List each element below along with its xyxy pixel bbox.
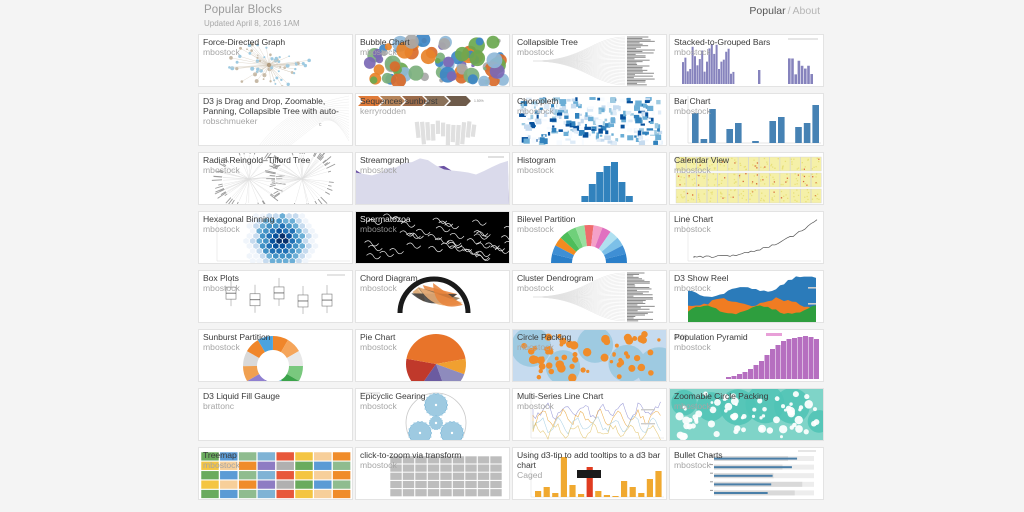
block-thumbnail-sequences-sunburst: 1.50% [356,94,509,145]
block-thumbnail-choropleth [513,94,666,145]
block-card[interactable]: Pie Chart mbostock [355,329,510,382]
block-card[interactable]: Choropleth mbostock [512,93,667,146]
block-thumbnail-zoomable-circle-packing [670,389,823,440]
block-thumbnail-bar-chart [670,94,823,145]
block-thumbnail-bilevel-partition [513,212,666,263]
svg-text:1.50%: 1.50% [474,99,484,103]
block-thumbnail-d3-tip-bar-chart [513,448,666,499]
block-card[interactable]: Sunburst Partition mbostock [198,329,353,382]
block-thumbnail-cluster-dendrogram [513,271,666,322]
block-card[interactable]: Circle Packing mbostock [512,329,667,382]
block-card[interactable]: Radial Reingold–Tilford Tree mbostock [198,152,353,205]
updated-timestamp: Updated April 8, 2016 1AM [204,19,300,28]
block-card[interactable]: Using d3-tip to add tooltips to a d3 bar… [512,447,667,500]
page-title: Popular Blocks [204,4,283,16]
block-card[interactable]: c D3 js Drag and Drop, Zoomable, Panning,… [198,93,353,146]
block-card[interactable]: Collapsible Tree mbostock [512,34,667,87]
brand: Popular Blocks Updated April 8, 2016 1AM [204,4,300,29]
block-thumbnail-force-directed-graph [199,35,352,86]
block-thumbnail-box-plots [199,271,352,322]
block-card[interactable]: Stacked-to-Grouped Bars mbostock [669,34,824,87]
block-card[interactable]: Spermatozoa mbostock [355,211,510,264]
block-card[interactable]: 1.50% Sequences sunburst kerryrodden [355,93,510,146]
block-card[interactable]: click-to-zoom via transform mbostock [355,447,510,500]
block-card[interactable]: Histogram mbostock [512,152,667,205]
block-card[interactable]: Bubble Chart mbostock [355,34,510,87]
block-card[interactable]: 2000 Population Pyramid mbostock [669,329,824,382]
block-thumbnail-sunburst-partition [199,330,352,381]
block-card[interactable]: Zoomable Circle Packing mbostock [669,388,824,441]
block-card[interactable]: Chord Diagram mbostock [355,270,510,323]
block-card[interactable]: Treemap mbostock [198,447,353,500]
block-card[interactable]: Line Chart mbostock [669,211,824,264]
block-card[interactable]: Force-Directed Graph mbostock [198,34,353,87]
block-thumbnail-collapsible-tree [513,35,666,86]
block-thumbnail-hexagonal-binning [199,212,352,263]
block-thumbnail-bullet-charts [670,448,823,499]
block-card[interactable]: Multi-Series Line Chart mbostock [512,388,667,441]
block-card[interactable]: D3 Liquid Fill Gauge brattonc [198,388,353,441]
block-thumbnail-chord-diagram [356,271,509,322]
block-thumbnail-stacked-to-grouped-bars [670,35,823,86]
block-thumbnail-histogram [513,153,666,204]
nav-separator: / [787,5,791,17]
block-thumbnail-spermatozoa [356,212,509,263]
nav-link-popular[interactable]: Popular [749,5,785,17]
block-card[interactable]: D3 Show Reel mbostock [669,270,824,323]
block-thumbnail-bubble-chart [356,35,509,86]
block-thumbnail-pie-chart [356,330,509,381]
top-nav: Popular / About [749,5,820,18]
block-thumbnail-multi-series-line-chart [513,389,666,440]
block-card[interactable]: Hexagonal Binning mbostock [198,211,353,264]
page-header: Popular Blocks Updated April 8, 2016 1AM… [0,0,1024,30]
popular-blocks-page: Popular Blocks Updated April 8, 2016 1AM… [0,0,1024,512]
nav-link-about[interactable]: About [793,5,820,17]
block-card[interactable]: Cluster Dendrogram mbostock [512,270,667,323]
block-card[interactable]: Box Plots mbostock [198,270,353,323]
block-thumbnail-epicyclic-gearing [356,389,509,440]
block-thumbnail-line-chart [670,212,823,263]
block-thumbnail-click-to-zoom [356,448,509,499]
block-card[interactable]: Epicyclic Gearing mbostock [355,388,510,441]
block-thumbnail-collapsible-tree-pan: c [199,94,352,145]
block-thumbnail-treemap [199,448,352,499]
blocks-grid: Force-Directed Graph mbostock Bubble Chart… [198,34,826,500]
block-thumbnail-calendar-view [670,153,823,204]
block-card[interactable]: Bullet Charts mbostock [669,447,824,500]
block-thumbnail-show-reel [670,271,823,322]
block-card[interactable]: Bar Chart mbostock [669,93,824,146]
block-thumbnail-blank [199,389,352,440]
block-thumbnail-radial-tree [199,153,352,204]
block-thumbnail-streamgraph [356,153,509,204]
block-card[interactable]: Streamgraph mbostock [355,152,510,205]
svg-text:2000: 2000 [674,335,688,341]
block-thumbnail-circle-packing [513,330,666,381]
block-card[interactable]: Calendar View mbostock [669,152,824,205]
block-card[interactable]: Bilevel Partition mbostock [512,211,667,264]
block-thumbnail-population-pyramid: 2000 [670,330,823,381]
